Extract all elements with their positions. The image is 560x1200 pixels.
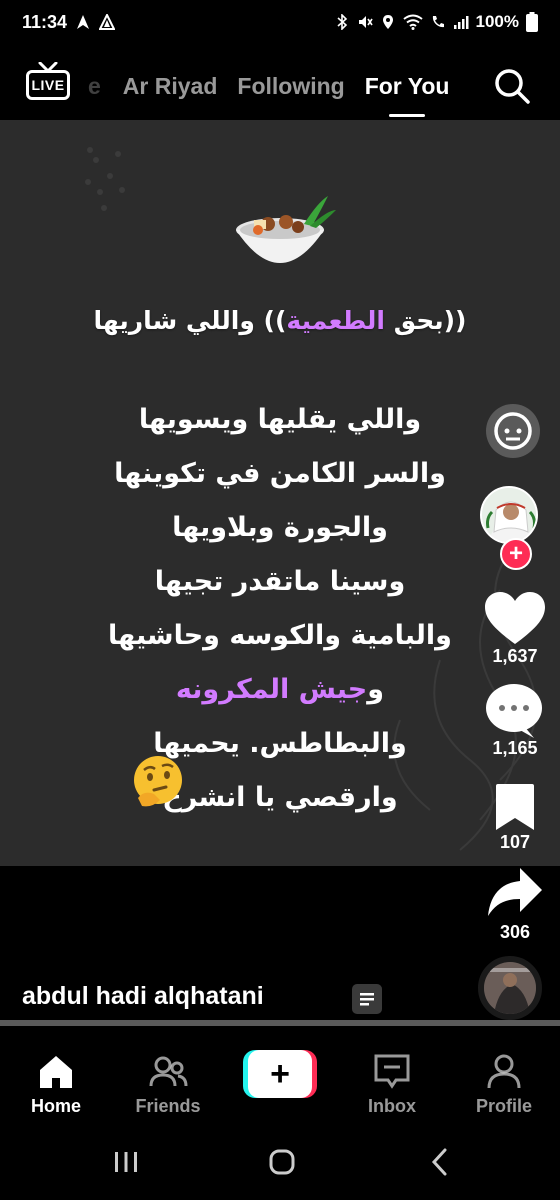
poem-line-2: والسر الكامن في تكوينها xyxy=(114,458,446,489)
top-nav: LIVE e Ar Riyad Following For You xyxy=(0,44,560,120)
wifi-icon xyxy=(402,14,423,30)
poem-line-6: وجيش المكرونه xyxy=(175,674,385,705)
navigation-arrow-icon xyxy=(77,15,90,29)
tab-following[interactable]: Following xyxy=(237,73,344,100)
tab-partial[interactable]: e xyxy=(88,73,101,100)
bottom-nav: Home Friends + Inbox Profile xyxy=(0,1040,560,1120)
comment-count: 1,165 xyxy=(492,738,538,758)
save-count: 107 xyxy=(499,832,531,852)
like-count: 1,637 xyxy=(492,646,538,666)
mute-icon xyxy=(358,16,373,28)
description-button[interactable] xyxy=(352,984,382,1014)
nav-friends[interactable]: Friends xyxy=(113,1040,223,1120)
feed-tabs: e Ar Riyad Following For You xyxy=(88,66,469,117)
home-icon xyxy=(40,1056,72,1088)
tab-for-you[interactable]: For You xyxy=(365,73,449,117)
live-button[interactable]: LIVE xyxy=(26,62,70,102)
effect-face-icon xyxy=(494,412,532,450)
nav-profile-label: Profile xyxy=(475,1096,532,1116)
caption-line-1: ((بحق الطعمية)) واللي شاريها xyxy=(93,306,467,335)
nav-home[interactable]: Home xyxy=(1,1040,111,1120)
music-cover-image xyxy=(484,962,536,1014)
live-label: LIVE xyxy=(26,70,70,100)
wifi-call-icon xyxy=(432,16,444,28)
poem-line-8: وارقصي يا انشرح xyxy=(162,782,398,813)
nav-friends-label: Friends xyxy=(135,1096,201,1116)
nav-profile[interactable]: Profile xyxy=(449,1040,559,1120)
follow-button[interactable]: + xyxy=(500,538,532,570)
nav-inbox-label: Inbox xyxy=(368,1096,416,1116)
heart-icon[interactable] xyxy=(483,590,547,648)
search-icon[interactable] xyxy=(492,66,532,106)
text-lines-icon xyxy=(360,993,374,1006)
system-nav-bar xyxy=(0,1120,560,1200)
inbox-icon xyxy=(374,1054,410,1089)
signal-icon xyxy=(453,16,469,29)
share-icon[interactable] xyxy=(486,866,544,918)
comment-icon[interactable] xyxy=(484,682,544,740)
status-bar: 11:34 100% xyxy=(0,0,560,44)
video-progress-bar[interactable] xyxy=(0,1020,560,1026)
poem-line-1: واللي يقليها ويسويها xyxy=(138,404,422,435)
home-system-icon[interactable] xyxy=(262,1142,302,1182)
poem-line-4: وسينا ماتقدر تجيها xyxy=(154,566,406,597)
friends-icon xyxy=(149,1056,188,1087)
creator-username[interactable]: abdul hadi alqhatani xyxy=(22,982,264,1011)
recent-apps-icon[interactable] xyxy=(106,1142,146,1182)
profile-icon xyxy=(487,1054,521,1089)
app-notification-icon xyxy=(99,14,116,30)
location-icon xyxy=(382,15,393,29)
back-icon[interactable] xyxy=(420,1142,460,1182)
share-count: 306 xyxy=(499,922,531,942)
create-button[interactable]: + xyxy=(243,1050,317,1098)
status-time: 11:34 xyxy=(22,11,68,32)
creator-avatar[interactable] xyxy=(480,486,538,544)
bookmark-icon[interactable] xyxy=(494,782,536,832)
tab-ar-riyad[interactable]: Ar Riyad xyxy=(123,73,218,100)
poem-line-3: والجورة وبلاويها xyxy=(172,512,388,543)
nav-home-label: Home xyxy=(30,1096,81,1116)
food-bowl-icon xyxy=(236,196,336,263)
bluetooth-icon xyxy=(336,14,347,30)
nav-inbox[interactable]: Inbox xyxy=(337,1040,447,1120)
plus-icon: + xyxy=(248,1050,312,1098)
thinking-face-icon xyxy=(134,756,182,807)
effect-button[interactable] xyxy=(486,404,540,458)
battery-percent: 100% xyxy=(475,12,519,31)
battery-icon xyxy=(526,12,538,32)
music-disc[interactable] xyxy=(478,956,542,1020)
